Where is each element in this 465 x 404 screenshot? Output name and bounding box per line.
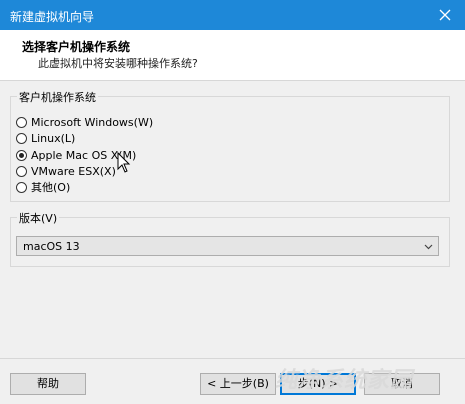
title-bar: 新建虚拟机向导 — [0, 0, 465, 30]
os-option-esx[interactable]: VMware ESX(X) — [16, 163, 116, 179]
os-option-linux[interactable]: Linux(L) — [16, 130, 75, 146]
back-button[interactable]: < 上一步(B) — [200, 373, 276, 395]
radio-circle[interactable] — [16, 116, 27, 128]
window-title: 新建虚拟机向导 — [10, 10, 95, 24]
page-subtitle: 此虚拟机中将安装哪种操作系统? — [38, 57, 198, 70]
close-icon — [439, 9, 451, 21]
version-select-value: macOS 13 — [23, 240, 80, 253]
watermark-logo: 纯净系统家园 — [275, 368, 414, 393]
close-button[interactable] — [425, 0, 465, 30]
os-option-label: Linux(L) — [31, 131, 76, 145]
mouse-cursor-icon — [117, 152, 131, 173]
chevron-down-icon — [424, 244, 433, 250]
version-select[interactable]: macOS 13 — [16, 236, 439, 256]
os-option-other[interactable]: 其他(O) — [16, 179, 70, 195]
radio-circle-selected[interactable] — [16, 149, 27, 161]
guest-os-group-label: 客户机操作系统 — [17, 89, 98, 105]
help-button[interactable]: 帮助 — [10, 373, 86, 395]
os-option-windows[interactable]: Microsoft Windows(W) — [16, 114, 153, 130]
os-option-label: VMware ESX(X) — [31, 164, 116, 178]
os-option-label: 其他(O) — [31, 181, 71, 194]
version-group-label: 版本(V) — [17, 210, 60, 226]
guest-os-group: 客户机操作系统 Microsoft Windows(W) Linux(L) Ap… — [10, 89, 450, 202]
wizard-header: 选择客户机操作系统 此虚拟机中将安装哪种操作系统? — [0, 30, 465, 81]
radio-circle[interactable] — [16, 181, 27, 193]
radio-circle[interactable] — [16, 132, 27, 144]
radio-circle[interactable] — [16, 165, 27, 177]
version-group: 版本(V) macOS 13 — [10, 210, 450, 267]
page-title: 选择客户机操作系统 — [22, 40, 131, 54]
os-option-label: Microsoft Windows(W) — [31, 115, 154, 129]
